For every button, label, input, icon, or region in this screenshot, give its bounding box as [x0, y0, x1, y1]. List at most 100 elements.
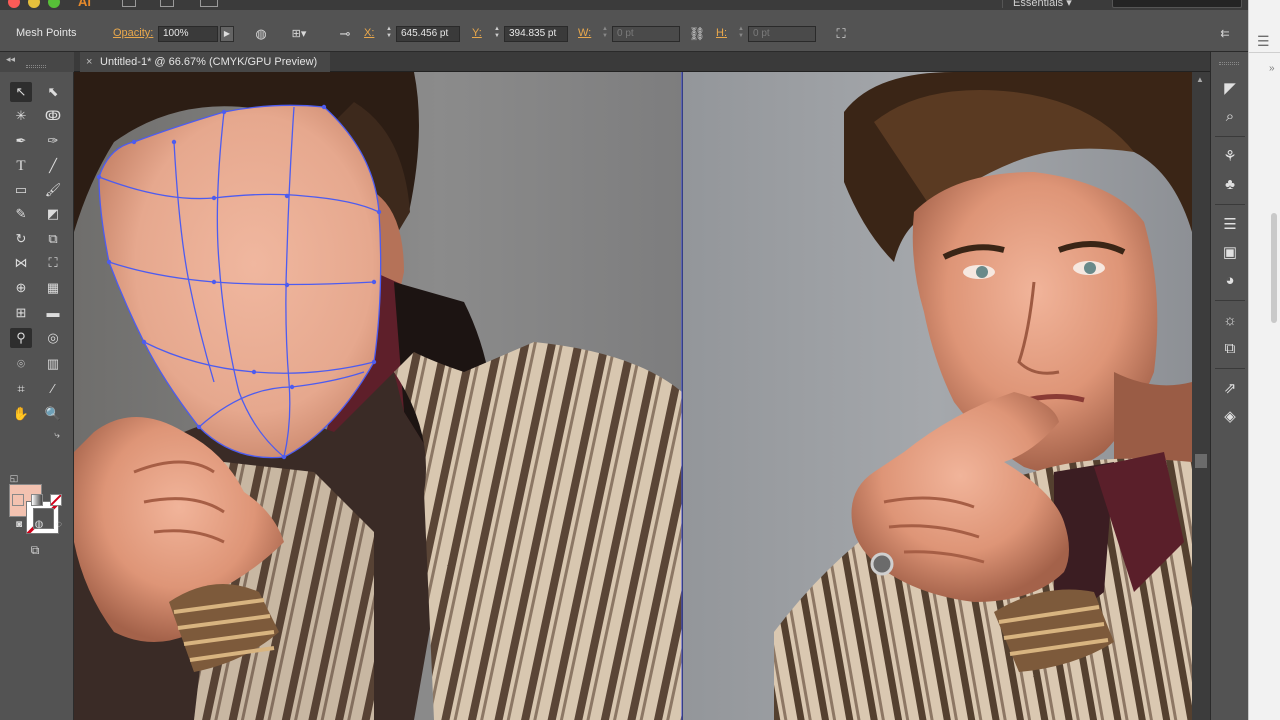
shaper-tool-icon[interactable]: ✎ [10, 204, 32, 224]
transform-reference-icon[interactable]: ⊞▾ [290, 25, 308, 43]
color-icon[interactable] [12, 494, 24, 506]
opacity-field[interactable]: 100% [158, 26, 218, 42]
w-label: W: [578, 27, 592, 39]
direct-selection-tool-icon[interactable]: ⬉ [42, 82, 64, 102]
layers-icon[interactable]: ◈ [1219, 406, 1241, 428]
draw-normal-icon[interactable]: ◙ [8, 515, 30, 535]
rotate-tool-icon[interactable]: ↻ [10, 229, 32, 249]
draw-inside-icon[interactable]: ◌ [48, 515, 70, 535]
tools-panel-header[interactable]: ◂◂ [0, 52, 74, 72]
free-transform-tool-icon[interactable]: ⛶ [42, 253, 64, 273]
export-icon[interactable]: ⇗ [1219, 378, 1241, 400]
app-title-bar: Ai Essentials ▾ [0, 0, 1280, 10]
left-artboard [74, 72, 682, 720]
zoom-tool-icon[interactable]: 🔍 [42, 404, 64, 424]
recolor-artwork-icon[interactable]: ◍ [252, 25, 270, 43]
hand-tool-icon[interactable]: ✋ [10, 404, 32, 424]
zoom-window-button[interactable] [48, 0, 60, 8]
app-logo: Ai [78, 0, 91, 9]
transparency-icon[interactable]: ◕ [1219, 270, 1241, 292]
artwork [74, 72, 1192, 720]
scrollbar-thumb[interactable] [1195, 454, 1207, 468]
column-graph-tool-icon[interactable]: ▥ [42, 354, 64, 374]
side-panel-separator [1249, 52, 1280, 53]
gradient-icon[interactable] [31, 494, 43, 506]
dock-separator [1215, 368, 1245, 369]
w-stepper[interactable]: ▲ ▼ [600, 26, 610, 42]
search-help-field[interactable] [1112, 0, 1242, 8]
gpu-performance-icon[interactable] [240, 0, 254, 7]
stock-icon[interactable] [160, 0, 174, 7]
opacity-label[interactable]: Opacity: [113, 27, 153, 39]
symbols-icon[interactable]: ♣ [1219, 174, 1241, 196]
screen-mode-icon[interactable]: ⧉ [24, 540, 46, 560]
bridge-icon[interactable] [122, 0, 136, 7]
chevron-right-icon[interactable]: » [1269, 63, 1275, 74]
shape-builder-tool-icon[interactable]: ⊕ [10, 278, 32, 298]
menu-icon[interactable]: ☰ [1257, 33, 1270, 50]
canvas-vertical-scrollbar[interactable]: ▲ [1192, 72, 1210, 720]
control-bar-menu-icon[interactable]: ⇇ [1216, 25, 1234, 43]
x-field[interactable]: 645.456 pt [396, 26, 460, 42]
curvature-tool-icon[interactable]: ✑ [42, 131, 64, 151]
illustrator-window: Ai Essentials ▾ Mesh Points Opacity: 100… [0, 0, 1280, 720]
appearance-icon[interactable]: ☼ [1219, 310, 1241, 332]
swap-fill-stroke-icon[interactable]: ⤷ [46, 426, 68, 446]
isolate-object-icon[interactable]: ⛶ [832, 25, 850, 43]
artboard-tool-icon[interactable]: ⌗ [10, 379, 32, 399]
align-point-icon[interactable]: ⊸ [336, 25, 354, 43]
perspective-grid-tool-icon[interactable]: ▦ [42, 278, 64, 298]
eraser-tool-icon[interactable]: ◩ [42, 204, 64, 224]
side-panel-scrollbar[interactable] [1271, 213, 1277, 323]
arrange-documents-icon[interactable] [200, 0, 218, 7]
document-tab-bar: × Untitled-1* @ 66.67% (CMYK/GPU Preview… [74, 52, 1210, 72]
panel-grip-icon[interactable] [26, 65, 46, 68]
rectangle-tool-icon[interactable]: ▭ [10, 180, 32, 200]
symbol-sprayer-tool-icon[interactable]: ⌾ [10, 354, 32, 374]
right-artboard [683, 72, 1192, 720]
mesh-tool-icon[interactable]: ⊞ [10, 303, 32, 323]
x-stepper[interactable]: ▲ ▼ [384, 26, 394, 42]
line-segment-tool-icon[interactable]: ╱ [42, 156, 64, 176]
opacity-dropdown-button[interactable]: ▶ [220, 26, 234, 42]
gradient-tool-icon[interactable]: ▬ [42, 303, 64, 323]
image-trace-icon[interactable]: ⌕ [1219, 106, 1241, 128]
width-tool-icon[interactable]: ⋈ [10, 253, 32, 273]
eyedropper-tool-icon[interactable]: ⚲ [10, 328, 32, 348]
minimize-window-button[interactable] [28, 0, 40, 8]
draw-behind-icon[interactable]: ◍ [28, 515, 50, 535]
pen-tool-icon[interactable]: ✒ [10, 131, 32, 151]
paintbrush-tool-icon[interactable]: 🖌 [42, 180, 64, 200]
dock-separator [1215, 300, 1245, 301]
gradient-panel-icon[interactable]: ▣ [1219, 242, 1241, 264]
lasso-tool-icon[interactable]: ↂ [42, 106, 64, 126]
dock-grip-icon[interactable] [1219, 62, 1239, 65]
slice-tool-icon[interactable]: ⁄ [42, 379, 64, 399]
scroll-up-icon[interactable]: ▲ [1196, 75, 1204, 84]
document-tab[interactable]: × Untitled-1* @ 66.67% (CMYK/GPU Preview… [80, 52, 330, 72]
close-tab-icon[interactable]: × [86, 52, 92, 72]
type-tool-icon[interactable]: T [10, 156, 32, 176]
scale-tool-icon[interactable]: ⧉ [42, 229, 64, 249]
h-label: H: [716, 27, 727, 39]
default-fill-stroke-icon[interactable]: ◱ [3, 468, 25, 488]
close-window-button[interactable] [8, 0, 20, 8]
none-icon[interactable] [50, 494, 62, 506]
selection-tool-icon[interactable]: ↖ [10, 82, 32, 102]
blend-tool-icon[interactable]: ◎ [42, 328, 64, 348]
collapse-chevron-icon[interactable]: ◂◂ [6, 54, 15, 65]
h-field[interactable]: 0 pt [748, 26, 816, 42]
brushes-icon[interactable]: ⚘ [1219, 146, 1241, 168]
w-field[interactable]: 0 pt [612, 26, 680, 42]
y-stepper[interactable]: ▲ ▼ [492, 26, 502, 42]
document-tab-title: Untitled-1* @ 66.67% (CMYK/GPU Preview) [100, 56, 318, 68]
h-stepper[interactable]: ▲ ▼ [736, 26, 746, 42]
workspace-switcher[interactable]: Essentials ▾ [1002, 0, 1102, 9]
graphic-styles-icon[interactable]: ⧉ [1219, 338, 1241, 360]
y-field[interactable]: 394.835 pt [504, 26, 568, 42]
libraries-icon[interactable]: ◤ [1219, 78, 1241, 100]
constrain-proportions-icon[interactable]: ⛓ [688, 25, 706, 43]
artboard-canvas[interactable] [74, 72, 1192, 720]
stroke-icon[interactable]: ☰ [1219, 214, 1241, 236]
magic-wand-tool-icon[interactable]: ✳ [10, 106, 32, 126]
